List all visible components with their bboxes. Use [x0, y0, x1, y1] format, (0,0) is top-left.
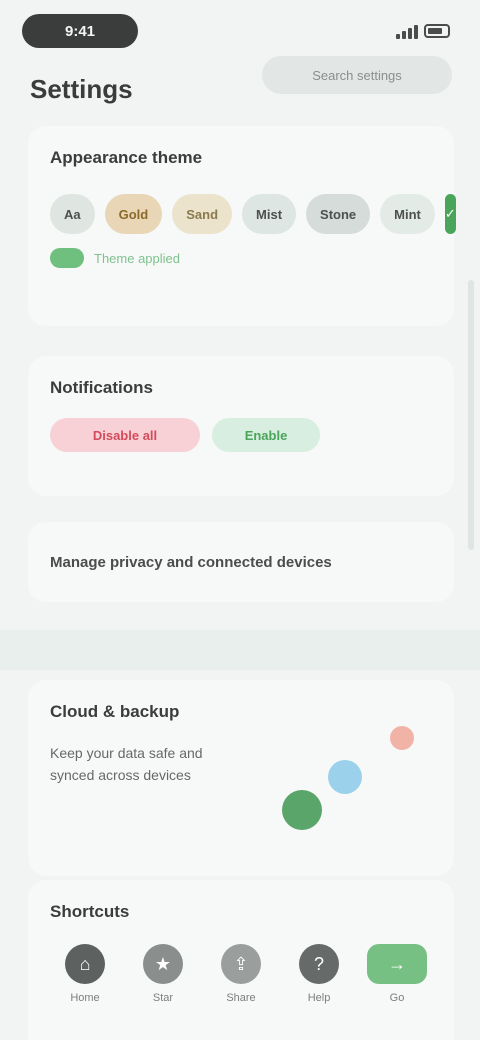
backup-illustration — [266, 726, 426, 846]
notifications-card: Notifications Disable all Enable — [28, 356, 454, 496]
privacy-link[interactable]: Manage privacy and connected devices — [50, 554, 332, 571]
shortcut-home[interactable]: ⌂ Home — [50, 944, 120, 1004]
theme-token[interactable]: Gold — [104, 194, 163, 234]
shortcut-label: Star — [152, 992, 174, 1004]
notifications-actions: Disable all Enable — [50, 418, 432, 452]
backup-description: Keep your data safe and synced across de… — [50, 745, 203, 783]
status-icons — [350, 20, 450, 42]
section-divider — [0, 630, 480, 670]
time-pill: 9:41 — [22, 14, 138, 48]
status-time: 9:41 — [64, 22, 96, 40]
green-dot-icon — [282, 790, 322, 830]
share-icon: ⇪ — [221, 944, 261, 984]
enable-button[interactable]: Enable — [212, 418, 320, 452]
search-chip[interactable]: Search settings — [262, 56, 452, 94]
shortcut-label: Go — [389, 992, 405, 1004]
shortcuts-row: ⌂ Home ★ Star ⇪ Share ? Help → Go — [50, 944, 432, 1004]
shortcut-go[interactable]: → Go — [362, 944, 432, 1004]
theme-selected-check[interactable]: ✓ — [444, 194, 456, 234]
arrow-right-icon: → — [367, 944, 427, 984]
theme-token[interactable]: Mist — [242, 194, 297, 234]
search-chip-label: Search settings — [312, 67, 402, 83]
theme-token-row: Aa Gold Sand Mist Stone Mint ✓ — [50, 194, 456, 234]
theme-hint-text: Theme applied — [94, 250, 180, 266]
privacy-card[interactable]: Manage privacy and connected devices — [28, 522, 454, 602]
shortcuts-card-title: Shortcuts — [50, 902, 130, 921]
page-title: Settings — [30, 74, 133, 104]
shortcut-share[interactable]: ⇪ Share — [206, 944, 276, 1004]
backup-card: Cloud & backup Keep your data safe and s… — [28, 680, 454, 876]
blue-dot-icon — [328, 760, 362, 794]
help-icon: ? — [299, 944, 339, 984]
theme-token[interactable]: Aa — [50, 194, 95, 234]
shortcut-label: Help — [307, 992, 331, 1004]
notifications-card-title: Notifications — [50, 378, 153, 397]
theme-token[interactable]: Sand — [172, 194, 233, 234]
shortcut-star[interactable]: ★ Star — [128, 944, 198, 1004]
shortcut-label: Home — [70, 992, 100, 1004]
status-bar: 9:41 — [22, 14, 450, 50]
home-icon: ⌂ — [65, 944, 105, 984]
theme-hint: Theme applied — [50, 248, 432, 268]
toggle-icon[interactable] — [50, 248, 84, 268]
signal-icon — [396, 23, 418, 39]
battery-icon — [424, 24, 450, 38]
disable-all-button[interactable]: Disable all — [50, 418, 200, 452]
theme-token[interactable]: Mint — [380, 194, 435, 234]
theme-card: Appearance theme Aa Gold Sand Mist Stone… — [28, 126, 456, 326]
theme-token[interactable]: Stone — [306, 194, 371, 234]
shortcut-label: Share — [226, 992, 256, 1004]
scrollbar[interactable] — [468, 280, 474, 550]
star-icon: ★ — [143, 944, 183, 984]
shortcuts-card: Shortcuts ⌂ Home ★ Star ⇪ Share ? Help →… — [28, 880, 454, 1040]
backup-card-title: Cloud & backup — [50, 702, 180, 721]
shortcut-help[interactable]: ? Help — [284, 944, 354, 1004]
red-dot-icon — [390, 726, 414, 750]
theme-card-title: Appearance theme — [50, 148, 203, 167]
